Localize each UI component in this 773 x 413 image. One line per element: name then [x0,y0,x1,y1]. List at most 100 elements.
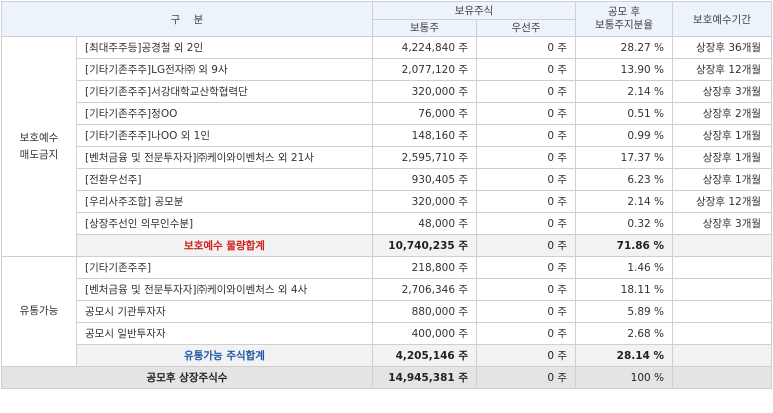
ownership-ratio: 0.99 % [575,124,674,147]
header-preferred: 우선주 [476,18,577,37]
common-shares: 2,706,346 주 [372,278,478,301]
table-row: [기타기존주주]정OO 76,000 주 0 주 0.51 % 상장후 2개월 [2,102,773,125]
common-shares: 48,000 주 [372,212,478,235]
holder-name: [벤처금융 및 전문투자자]㈜케이와이벤처스 외 21사 [75,146,374,169]
table-row: [기타기존주주]서강대학교산학협력단 320,000 주 0 주 2.14 % … [2,80,773,103]
subtotal-lockup-empty [672,344,773,367]
ownership-ratio: 2.14 % [575,190,674,213]
ownership-ratio: 1.46 % [575,256,674,279]
common-shares: 930,405 주 [372,168,478,191]
common-shares: 320,000 주 [372,190,478,213]
lockup-period [672,278,773,301]
ownership-ratio: 18.11 % [575,278,674,301]
group-label-tradable: 유통가능 [1,256,77,367]
preferred-shares: 0 주 [476,322,577,345]
table-row: [기타기존주주]LG전자㈜ 외 9사 2,077,120 주 0 주 13.90… [2,58,773,81]
subtotal-lockup-empty [672,234,773,257]
ownership-ratio: 13.90 % [575,58,674,81]
subtotal-common: 10,740,235 주 [372,234,478,257]
subtotal-row-tradable: 유통가능 주식합계 4,205,146 주 0 주 28.14 % [2,344,773,367]
preferred-shares: 0 주 [476,278,577,301]
group-label-line2: 매도금지 [19,148,59,161]
table-row: 보호예수 매도금지 [최대주주등]공경철 외 2인 4,224,840 주 0 … [1,36,773,257]
subtotal-label: 유통가능 주식합계 [75,344,374,367]
holder-name: [벤처금융 및 전문투자자]㈜케이와이벤처스 외 4사 [75,278,374,301]
holder-name: [전환우선주] [75,168,374,191]
lockup-period: 상장후 3개월 [672,80,773,103]
group-label-line1: 보호예수 [19,131,59,144]
holder-name: [기타기존주주]LG전자㈜ 외 9사 [75,58,374,81]
preferred-shares: 0 주 [476,256,577,279]
common-shares: 148,160 주 [372,124,478,147]
preferred-shares: 0 주 [476,124,577,147]
lockup-period: 상장후 12개월 [672,58,773,81]
holder-name: [기타기존주주] [75,256,374,279]
holder-name: [기타기존주주]정OO [75,102,374,125]
preferred-shares: 0 주 [476,190,577,213]
ownership-ratio: 2.68 % [575,322,674,345]
header-lockup: 보호예수기간 [672,1,773,37]
ownership-ratio: 2.14 % [575,80,674,103]
group-label-locked: 보호예수 매도금지 [1,36,77,257]
table-row: [벤처금융 및 전문투자자]㈜케이와이벤처스 외 4사 2,706,346 주 … [2,278,773,301]
table-row: [벤처금융 및 전문투자자]㈜케이와이벤처스 외 21사 2,595,710 주… [2,146,773,169]
table-row: [기타기존주주]나OO 외 1인 148,160 주 0 주 0.99 % 상장… [2,124,773,147]
table-row: [우리사주조합] 공모분 320,000 주 0 주 2.14 % 상장후 12… [2,190,773,213]
header-holdings: 보유주식 [372,1,577,20]
total-common: 14,945,381 주 [372,366,478,389]
holder-name: 공모시 기관투자자 [75,300,374,323]
lockup-period [672,300,773,323]
ownership-ratio: 6.23 % [575,168,674,191]
ownership-ratio: 0.32 % [575,212,674,235]
lockup-period: 상장후 12개월 [672,190,773,213]
preferred-shares: 0 주 [476,212,577,235]
table-header: 구 분 보유주식 공모 후 보통주지분율 보호예수기간 보통주 우선주 [0,1,773,37]
ownership-ratio: 5.89 % [575,300,674,323]
total-ratio: 100 % [575,366,674,389]
subtotal-preferred: 0 주 [476,344,577,367]
common-shares: 2,077,120 주 [372,58,478,81]
total-row: 공모후 상장주식수 14,945,381 주 0 주 100 % [0,366,773,389]
preferred-shares: 0 주 [476,102,577,125]
lockup-period [672,322,773,345]
header-category: 구 분 [0,1,374,37]
table-row: [상장주선인 의무인수분] 48,000 주 0 주 0.32 % 상장후 3개… [2,212,773,235]
header-ratio-line2: 보통주지분율 [595,19,654,31]
preferred-shares: 0 주 [476,168,577,191]
subtotal-ratio: 28.14 % [575,344,674,367]
preferred-shares: 0 주 [476,146,577,169]
lockup-period [672,256,773,279]
lockup-period: 상장후 3개월 [672,212,773,235]
holder-name: [우리사주조합] 공모분 [75,190,374,213]
header-ratio-line1: 공모 후 [607,6,641,18]
total-lockup-empty [672,366,773,389]
holder-name: [기타기존주주]서강대학교산학협력단 [75,80,374,103]
subtotal-preferred: 0 주 [476,234,577,257]
common-shares: 320,000 주 [372,80,478,103]
ownership-ratio: 0.51 % [575,102,674,125]
subtotal-ratio: 71.86 % [575,234,674,257]
table-row: 공모시 일반투자자 400,000 주 0 주 2.68 % [2,322,773,345]
common-shares: 218,800 주 [372,256,478,279]
preferred-shares: 0 주 [476,300,577,323]
preferred-shares: 0 주 [476,36,577,59]
lockup-period: 상장후 1개월 [672,168,773,191]
common-shares: 880,000 주 [372,300,478,323]
lockup-period: 상장후 2개월 [672,102,773,125]
subtotal-label: 보호예수 물량합계 [75,234,374,257]
subtotal-row-locked: 보호예수 물량합계 10,740,235 주 0 주 71.86 % [2,234,773,257]
common-shares: 4,224,840 주 [372,36,478,59]
common-shares: 2,595,710 주 [372,146,478,169]
holder-name: [기타기존주주]나OO 외 1인 [75,124,374,147]
table-row: [전환우선주] 930,405 주 0 주 6.23 % 상장후 1개월 [2,168,773,191]
holder-name: 공모시 일반투자자 [75,322,374,345]
lockup-period: 상장후 36개월 [672,36,773,59]
lockup-period: 상장후 1개월 [672,146,773,169]
total-preferred: 0 주 [476,366,577,389]
table-body: 보호예수 매도금지 [최대주주등]공경철 외 2인 4,224,840 주 0 … [0,36,773,389]
common-shares: 400,000 주 [372,322,478,345]
subtotal-common: 4,205,146 주 [372,344,478,367]
table-row: 공모시 기관투자자 880,000 주 0 주 5.89 % [2,300,773,323]
header-ratio: 공모 후 보통주지분율 [575,1,674,37]
table-row: 유통가능 [기타기존주주] 218,800 주 0 주 1.46 % [1,256,773,367]
